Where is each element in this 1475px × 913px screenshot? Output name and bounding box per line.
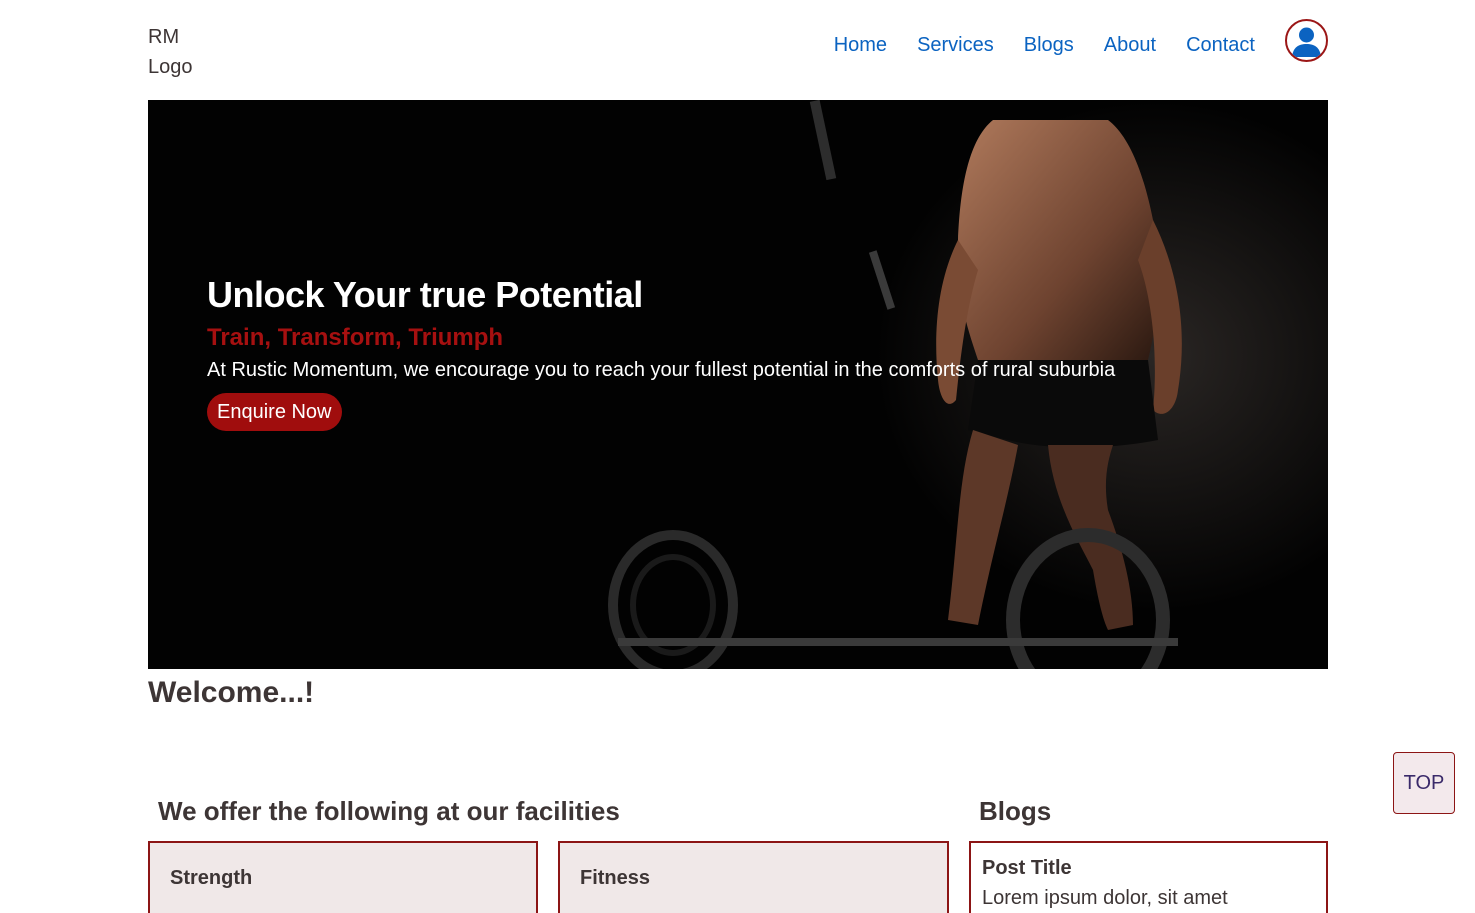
main-nav: Home Services Blogs About Contact <box>834 30 1255 60</box>
nav-home-link[interactable]: Home <box>834 30 887 60</box>
site-logo[interactable]: RM Logo <box>148 22 193 82</box>
welcome-heading: Welcome...! <box>148 676 315 709</box>
blog-post-card[interactable]: Post Title Lorem ipsum dolor, sit amet <box>969 841 1328 913</box>
blog-post-title: Post Title <box>982 857 1072 879</box>
logo-line-1: RM <box>148 26 180 48</box>
hero-description: At Rustic Momentum, we encourage you to … <box>207 359 1116 381</box>
hero-title: Unlock Your true Potential <box>207 274 643 315</box>
scroll-to-top-button[interactable]: TOP <box>1393 752 1455 814</box>
user-circle-icon <box>1292 27 1321 57</box>
facility-card-title: Strength <box>170 867 253 889</box>
nav-services-link[interactable]: Services <box>917 30 994 60</box>
blogs-heading: Blogs <box>979 796 1052 826</box>
nav-contact-link[interactable]: Contact <box>1186 30 1255 60</box>
hero-subtitle: Train, Transform, Triumph <box>207 324 504 351</box>
logo-line-2: Logo <box>148 56 193 78</box>
user-account-button[interactable] <box>1285 19 1328 62</box>
nav-blogs-link[interactable]: Blogs <box>1024 30 1074 60</box>
blog-post-excerpt: Lorem ipsum dolor, sit amet <box>982 887 1228 909</box>
hero-content: Unlock Your true Potential Train, Transf… <box>207 275 1115 431</box>
nav-about-link[interactable]: About <box>1104 30 1156 60</box>
facility-card-strength[interactable]: Strength <box>148 841 538 913</box>
facility-card-fitness[interactable]: Fitness <box>558 841 949 913</box>
enquire-now-button[interactable]: Enquire Now <box>207 393 342 431</box>
facility-card-title: Fitness <box>580 867 651 889</box>
facilities-heading: We offer the following at our facilities <box>158 796 620 826</box>
hero-banner: Unlock Your true Potential Train, Transf… <box>148 100 1328 669</box>
